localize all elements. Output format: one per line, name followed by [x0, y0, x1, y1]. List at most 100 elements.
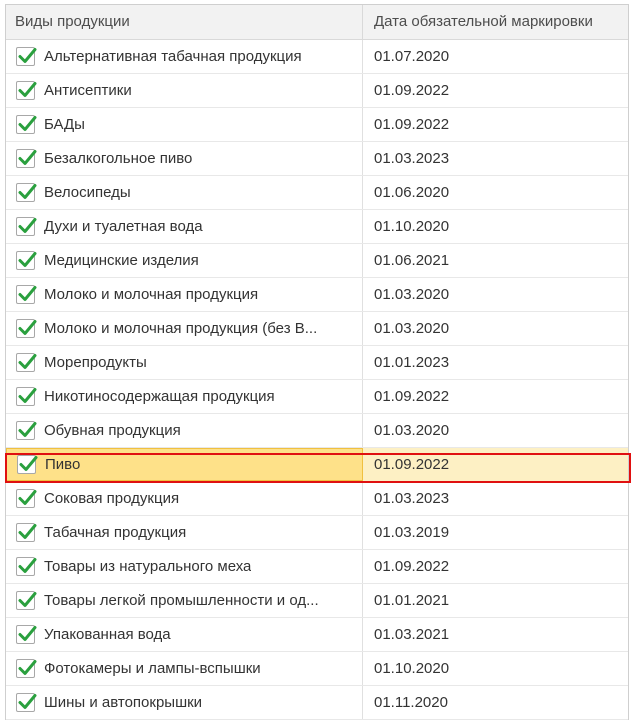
product-type-cell[interactable]: Шины и автопокрышки — [6, 686, 363, 719]
product-type-cell[interactable]: Товары легкой промышленности и од... — [6, 584, 363, 617]
checkmark-icon — [18, 218, 37, 233]
checkbox[interactable] — [16, 489, 37, 508]
checkmark-icon — [18, 388, 37, 403]
checkbox[interactable] — [16, 183, 37, 202]
product-type-cell[interactable]: Упакованная вода — [6, 618, 363, 651]
product-type-name: Обувная продукция — [44, 422, 181, 439]
product-type-cell[interactable]: Велосипеды — [6, 176, 363, 209]
marking-date-cell[interactable]: 01.09.2022 — [363, 74, 628, 107]
marking-date-cell[interactable]: 01.03.2023 — [363, 142, 628, 175]
marking-date-cell[interactable]: 01.01.2023 — [363, 346, 628, 379]
marking-date-cell[interactable]: 01.06.2020 — [363, 176, 628, 209]
table-row[interactable]: Товары из натурального меха 01.09.2022 — [6, 550, 628, 584]
table-row[interactable]: Морепродукты 01.01.2023 — [6, 346, 628, 380]
marking-date-cell[interactable]: 01.03.2020 — [363, 278, 628, 311]
table-row[interactable]: Пиво 01.09.2022 — [6, 448, 628, 482]
marking-date-cell[interactable]: 01.09.2022 — [363, 108, 628, 141]
marking-date-cell[interactable]: 01.03.2023 — [363, 482, 628, 515]
table-row[interactable]: Духи и туалетная вода 01.10.2020 — [6, 210, 628, 244]
checkbox[interactable] — [16, 625, 37, 644]
checkmark-icon — [18, 252, 37, 267]
marking-date-cell[interactable]: 01.09.2022 — [363, 550, 628, 583]
checkmark-icon — [18, 82, 37, 97]
checkbox[interactable] — [16, 251, 37, 270]
checkbox[interactable] — [16, 319, 37, 338]
checkbox[interactable] — [16, 81, 37, 100]
table-row[interactable]: Велосипеды 01.06.2020 — [6, 176, 628, 210]
checkbox[interactable] — [16, 285, 37, 304]
table-row[interactable]: Фотокамеры и лампы-вспышки 01.10.2020 — [6, 652, 628, 686]
table-row[interactable]: Никотиносодержащая продукция 01.09.2022 — [6, 380, 628, 414]
marking-date-cell[interactable]: 01.09.2022 — [363, 448, 628, 481]
product-type-cell[interactable]: Табачная продукция — [6, 516, 363, 549]
checkbox[interactable] — [16, 421, 37, 440]
product-type-cell[interactable]: Обувная продукция — [6, 414, 363, 447]
product-type-cell[interactable]: Пиво — [6, 448, 363, 481]
checkbox[interactable] — [16, 47, 37, 66]
product-type-cell[interactable]: БАДы — [6, 108, 363, 141]
checkbox[interactable] — [16, 591, 37, 610]
table-row[interactable]: Альтернативная табачная продукция 01.07.2… — [6, 40, 628, 74]
table-row[interactable]: Безалкогольное пиво 01.03.2023 — [6, 142, 628, 176]
checkbox[interactable] — [16, 149, 37, 168]
marking-date-cell[interactable]: 01.07.2020 — [363, 40, 628, 73]
checkbox[interactable] — [16, 557, 37, 576]
table-row[interactable]: Молоко и молочная продукция 01.03.2020 — [6, 278, 628, 312]
product-type-name: Соковая продукция — [44, 490, 180, 507]
product-type-cell[interactable]: Соковая продукция — [6, 482, 363, 515]
table-row[interactable]: БАДы 01.09.2022 — [6, 108, 628, 142]
table-row[interactable]: Шины и автопокрышки 01.11.2020 — [6, 686, 628, 720]
checkmark-icon — [18, 660, 37, 675]
product-type-cell[interactable]: Никотиносодержащая продукция — [6, 380, 363, 413]
marking-date-cell[interactable]: 01.03.2019 — [363, 516, 628, 549]
checkbox[interactable] — [17, 455, 38, 474]
product-type-cell[interactable]: Духи и туалетная вода — [6, 210, 363, 243]
marking-date-cell[interactable]: 01.09.2022 — [363, 380, 628, 413]
table-row[interactable]: Медицинские изделия 01.06.2021 — [6, 244, 628, 278]
checkmark-icon — [18, 558, 37, 573]
product-type-name: Фотокамеры и лампы-вспышки — [44, 660, 261, 677]
marking-date-cell[interactable]: 01.03.2020 — [363, 312, 628, 345]
product-type-name: Альтернативная табачная продукция — [44, 48, 302, 65]
product-type-cell[interactable]: Медицинские изделия — [6, 244, 363, 277]
marking-date-cell[interactable]: 01.06.2021 — [363, 244, 628, 277]
checkmark-icon — [18, 422, 37, 437]
table-row[interactable]: Молоко и молочная продукция (без В... 01.… — [6, 312, 628, 346]
checkbox[interactable] — [16, 353, 37, 372]
checkmark-icon — [18, 354, 37, 369]
checkbox[interactable] — [16, 693, 37, 712]
marking-date-cell[interactable]: 01.03.2020 — [363, 414, 628, 447]
product-type-cell[interactable]: Товары из натурального меха — [6, 550, 363, 583]
table-row[interactable]: Товары легкой промышленности и од... 01.0… — [6, 584, 628, 618]
product-type-cell[interactable]: Молоко и молочная продукция — [6, 278, 363, 311]
product-type-name: Медицинские изделия — [44, 252, 199, 269]
marking-date-cell[interactable]: 01.11.2020 — [363, 686, 628, 719]
checkmark-icon — [19, 456, 38, 471]
checkbox[interactable] — [16, 387, 37, 406]
checkbox[interactable] — [16, 217, 37, 236]
table-row[interactable]: Антисептики 01.09.2022 — [6, 74, 628, 108]
checkbox[interactable] — [16, 115, 37, 134]
checkbox[interactable] — [16, 523, 37, 542]
product-type-cell[interactable]: Фотокамеры и лампы-вспышки — [6, 652, 363, 685]
marking-date-cell[interactable]: 01.10.2020 — [363, 652, 628, 685]
column-header-product-types[interactable]: Виды продукции — [6, 5, 363, 39]
product-type-cell[interactable]: Молоко и молочная продукция (без В... — [6, 312, 363, 345]
product-type-cell[interactable]: Морепродукты — [6, 346, 363, 379]
column-header-marking-date[interactable]: Дата обязательной маркировки — [363, 5, 628, 39]
table-row[interactable]: Упакованная вода 01.03.2021 — [6, 618, 628, 652]
product-type-cell[interactable]: Антисептики — [6, 74, 363, 107]
table-row[interactable]: Обувная продукция 01.03.2020 — [6, 414, 628, 448]
table-body: Альтернативная табачная продукция 01.07.2… — [6, 40, 628, 720]
table-row[interactable]: Соковая продукция 01.03.2023 — [6, 482, 628, 516]
checkbox[interactable] — [16, 659, 37, 678]
product-type-cell[interactable]: Безалкогольное пиво — [6, 142, 363, 175]
marking-date-cell[interactable]: 01.03.2021 — [363, 618, 628, 651]
marking-date-cell[interactable]: 01.01.2021 — [363, 584, 628, 617]
checkmark-icon — [18, 626, 37, 641]
product-type-cell[interactable]: Альтернативная табачная продукция — [6, 40, 363, 73]
marking-date-cell[interactable]: 01.10.2020 — [363, 210, 628, 243]
product-type-name: Молоко и молочная продукция (без В... — [44, 320, 318, 337]
product-type-name: БАДы — [44, 116, 85, 133]
table-row[interactable]: Табачная продукция 01.03.2019 — [6, 516, 628, 550]
